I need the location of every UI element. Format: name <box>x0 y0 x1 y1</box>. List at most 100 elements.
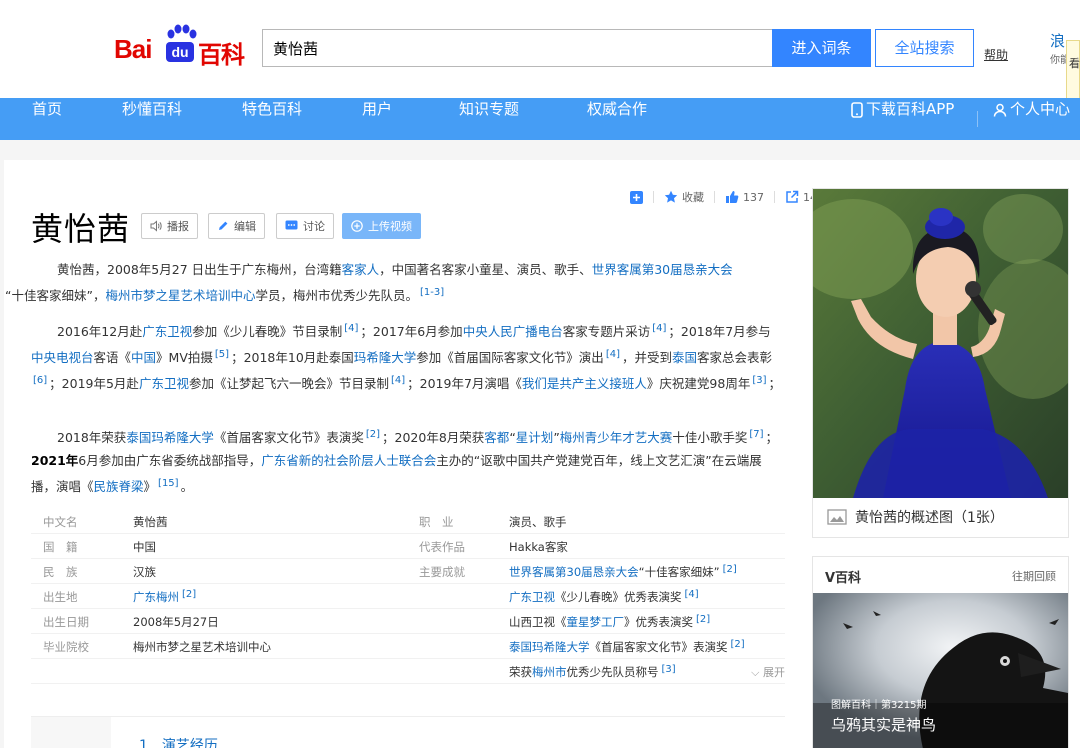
nav-item-miaodong[interactable]: 秒懂百科 <box>122 98 182 140</box>
text: 》庆祝建党98周年 <box>646 376 751 391</box>
text: 参加《少儿春晚》节目录制 <box>192 324 343 339</box>
reference-link[interactable]: [4] <box>344 323 358 334</box>
link-guangdong-tv-2[interactable]: 广东卫视 <box>139 376 189 391</box>
reference-link[interactable]: [6] <box>33 375 47 386</box>
info-value-link[interactable]: Hakka客家 <box>509 539 568 555</box>
reference-link[interactable]: [15] <box>158 478 179 489</box>
text: 黄怡茜，2008年5月27 日出生于广东梅州，台湾籍 <box>57 262 342 277</box>
favorite-button[interactable]: 收藏 <box>664 189 704 205</box>
link-mahidol[interactable]: 玛希隆大学 <box>354 350 417 365</box>
text: ；2018年7月参与 <box>668 324 771 339</box>
link-star-plan[interactable]: 星计划 <box>516 430 554 445</box>
search-input[interactable] <box>263 30 773 66</box>
link-guangdong-tv[interactable]: 广东卫视 <box>142 324 192 339</box>
expand-label: 展开 <box>763 666 785 679</box>
link-china[interactable]: 中国 <box>131 350 156 365</box>
add-to-list-button[interactable] <box>630 190 643 204</box>
like-button[interactable]: 137 <box>725 190 764 204</box>
play-audio-button[interactable]: 播报 <box>141 213 198 239</box>
reference-link[interactable]: [4] <box>606 349 620 360</box>
header-extra-link[interactable]: 浪 <box>1050 30 1065 51</box>
reference-link[interactable]: [2] <box>723 564 737 575</box>
bold-text: 2021年 <box>31 453 79 468</box>
link-cnr[interactable]: 中央人民广播电台 <box>463 324 563 339</box>
summary-photo-card[interactable]: 黄怡茜的概述图（1张） <box>812 188 1069 538</box>
upload-video-label: 上传视频 <box>368 220 412 233</box>
reference-link[interactable]: [4] <box>391 375 405 386</box>
edit-label: 编辑 <box>234 220 256 233</box>
summary-photo <box>813 189 1068 498</box>
nav-item-featured[interactable]: 特色百科 <box>242 98 302 140</box>
link-mahidol[interactable]: 玛希隆大学 <box>151 430 214 445</box>
career-paragraph: 2016年12月赴广东卫视参加《少儿春晚》节目录制 [4] ；2017年6月参加中央… <box>31 317 781 395</box>
info-value: 广东卫视《少儿春晚》优秀表演奖 [4] <box>509 589 699 604</box>
info-value-link[interactable]: 世界客属第30届恳亲大会 <box>509 565 639 579</box>
v-baike-issue: 图解百科｜第3215期 <box>831 700 927 711</box>
text: ；2019年7月演唱《 <box>407 376 522 391</box>
reference-link[interactable]: [4] <box>685 589 699 600</box>
reference-link[interactable]: [3] <box>752 375 766 386</box>
reference-link[interactable]: [2] <box>731 639 745 650</box>
info-value: 荣获梅州市优秀少先队员称号 [3] <box>509 664 676 679</box>
personal-center-link[interactable]: 个人中心 <box>993 98 1070 140</box>
link-thailand[interactable]: 泰国 <box>126 430 151 445</box>
link-song-successors[interactable]: 我们是共产主义接班人 <box>522 376 647 391</box>
info-value-link[interactable]: 广东梅州 <box>133 590 179 604</box>
reference-link[interactable]: [5] <box>215 349 229 360</box>
nav-item-home[interactable]: 首页 <box>32 98 62 140</box>
link-social-stratum-federation[interactable]: 广东省新的社会阶层人士联合会 <box>261 453 436 468</box>
expand-button[interactable]: ⌵ 展开 <box>751 664 785 680</box>
past-issues-link[interactable]: 往期回顾 <box>1012 568 1056 584</box>
link-world-hakka-conference[interactable]: 世界客属第30届恳亲大会 <box>592 262 733 277</box>
photo-caption-text: 黄怡茜的概述图（1张） <box>855 510 1004 526</box>
info-row: 出生日期 2008年5月27日 山西卫视《童星梦工厂》优秀表演奖 [2] <box>31 610 785 634</box>
discuss-button[interactable]: 讨论 <box>276 213 334 239</box>
link-national-backbone[interactable]: 民族脊梁 <box>94 479 144 494</box>
enter-entry-button[interactable]: 进入词条 <box>772 29 871 67</box>
info-value-link[interactable]: 广东卫视 <box>509 590 555 604</box>
info-value: 2008年5月27日 <box>133 615 219 629</box>
info-value-link[interactable]: 童星梦工厂 <box>567 615 625 629</box>
personal-center-label: 个人中心 <box>1010 100 1071 118</box>
v-baike-title: V百科 <box>825 571 862 586</box>
reference-link[interactable]: [1-3] <box>420 287 444 298</box>
reference-link[interactable]: [2] <box>366 429 380 440</box>
nav-item-cooperation[interactable]: 权威合作 <box>587 98 647 140</box>
link-thailand[interactable]: 泰国 <box>672 350 697 365</box>
info-value-link[interactable]: 中国 <box>133 539 156 555</box>
info-value: 汉族 <box>133 565 156 579</box>
text: 客家总会表彰 <box>697 350 773 365</box>
edit-button[interactable]: 编辑 <box>208 213 265 239</box>
info-value-link[interactable]: 泰国玛希隆大学 <box>509 640 590 654</box>
nav-item-users[interactable]: 用户 <box>362 98 392 140</box>
toc-item[interactable]: 1 演艺经历 <box>139 735 218 748</box>
link-talent-contest[interactable]: 梅州青少年才艺大赛 <box>560 430 673 445</box>
info-key: 出生日期 <box>43 615 89 629</box>
photo-caption[interactable]: 黄怡茜的概述图（1张） <box>827 507 1004 527</box>
reference-link[interactable]: [2] <box>696 614 710 625</box>
reference-link[interactable]: [2] <box>182 589 196 600</box>
link-cctv[interactable]: 中央电视台 <box>31 350 94 365</box>
header: Bai du 百科 进入词条 全站搜索 帮助 浪 你能 看 <box>0 0 1080 112</box>
baidu-baike-logo[interactable]: Bai du 百科 <box>114 24 246 69</box>
like-count: 137 <box>743 190 764 204</box>
pencil-icon <box>219 221 228 230</box>
reference-link[interactable]: [7] <box>749 429 763 440</box>
v-baike-feature[interactable]: 图解百科｜第3215期 乌鸦其实是神鸟 <box>813 593 1068 748</box>
reference-link[interactable]: [4] <box>652 323 666 334</box>
upload-video-button[interactable]: 上传视频 <box>342 213 421 239</box>
reference-link[interactable]: [3] <box>662 664 676 675</box>
link-training-center[interactable]: 梅州市梦之星艺术培训中心 <box>105 288 255 303</box>
site-search-button[interactable]: 全站搜索 <box>875 29 974 67</box>
plus-circle-icon <box>351 220 363 232</box>
nav-item-topics[interactable]: 知识专题 <box>459 98 519 140</box>
download-app-link[interactable]: 下载百科APP <box>851 98 954 140</box>
info-value-link[interactable]: 梅州市梦之星艺术培训中心 <box>133 639 271 655</box>
link-kedu[interactable]: 客都 <box>484 430 509 445</box>
text: 。 <box>180 479 194 494</box>
link-hakka[interactable]: 客家人 <box>342 262 380 277</box>
help-link[interactable]: 帮助 <box>984 46 1008 63</box>
info-key: 中文名 <box>43 515 78 529</box>
info-key: 出生地 <box>43 590 78 604</box>
info-value-link[interactable]: 梅州市 <box>532 665 567 679</box>
